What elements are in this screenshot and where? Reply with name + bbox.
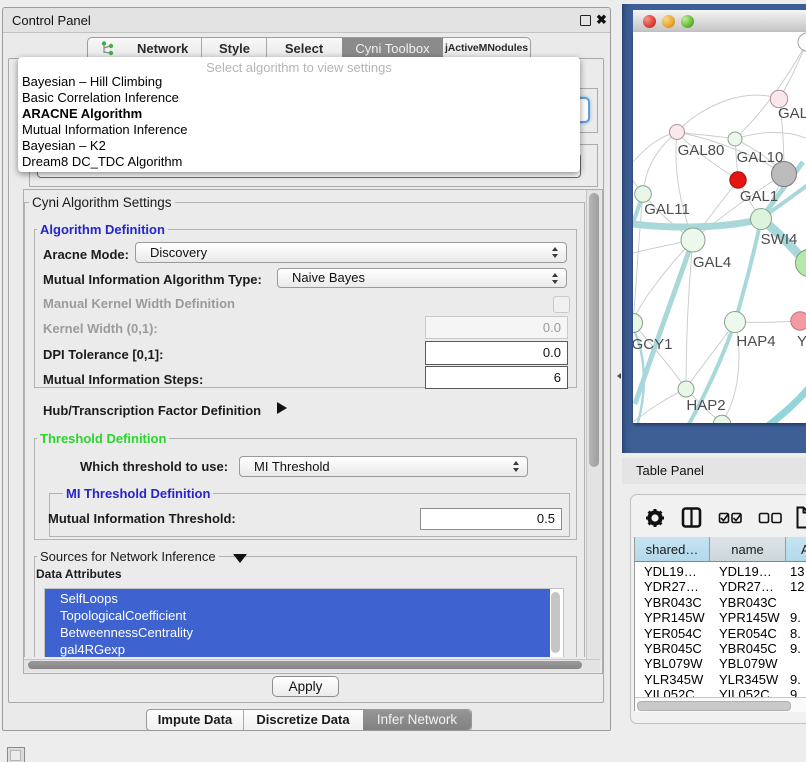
svg-text:GAL4: GAL4 xyxy=(693,254,731,271)
svg-text:HAP2: HAP2 xyxy=(686,397,725,414)
svg-text:YEL0: YEL0 xyxy=(797,333,806,350)
svg-text:GAL2: GAL2 xyxy=(778,105,806,122)
svg-text:SWI4: SWI4 xyxy=(761,231,798,248)
svg-text:GAL1: GAL1 xyxy=(740,188,778,205)
svg-text:GCY1: GCY1 xyxy=(633,336,672,353)
svg-text:GAL11: GAL11 xyxy=(644,201,690,218)
svg-text:GAL80: GAL80 xyxy=(678,142,725,159)
svg-text:GAL10: GAL10 xyxy=(737,149,784,166)
svg-text:HAP4: HAP4 xyxy=(736,333,775,350)
